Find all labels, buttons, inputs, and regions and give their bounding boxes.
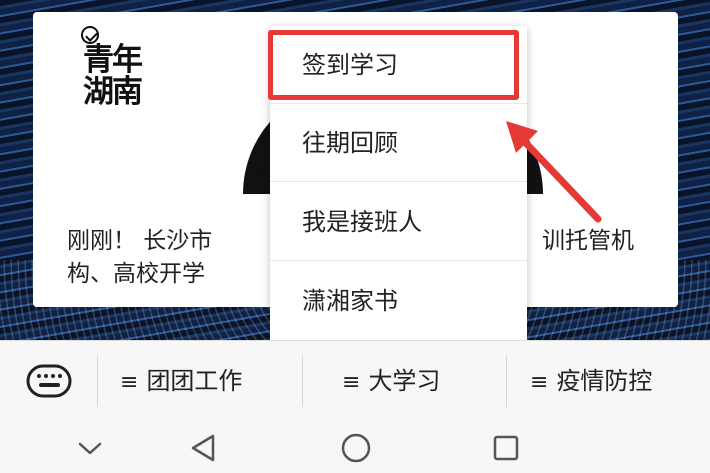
bar-item-league-work[interactable]: ≡ 团团工作 bbox=[120, 341, 242, 421]
logo-line-2: 湖南 bbox=[83, 74, 143, 110]
bar-divider bbox=[506, 355, 507, 407]
qingnian-hunan-logo: 青年 湖南 bbox=[81, 26, 161, 116]
home-circle-icon[interactable] bbox=[338, 430, 374, 466]
bar-divider bbox=[302, 355, 303, 407]
bar-item-label: 疫情防控 bbox=[556, 367, 653, 395]
bar-item-epidemic-control[interactable]: ≡ 疫情防控 bbox=[530, 341, 652, 421]
headline-line2: 构、高校开学 bbox=[67, 261, 205, 287]
bar-item-big-study[interactable]: ≡ 大学习 bbox=[342, 341, 440, 421]
chevron-down-icon[interactable] bbox=[72, 430, 108, 466]
highlight-box bbox=[268, 30, 519, 100]
red-arrow-annotation bbox=[506, 121, 602, 223]
menu-lines-icon: ≡ bbox=[530, 370, 549, 395]
headline-left: 刚刚！ 长沙市 bbox=[67, 228, 213, 254]
bar-item-label: 大学习 bbox=[368, 367, 441, 395]
keyboard-icon[interactable] bbox=[20, 361, 78, 401]
menu-lines-icon: ≡ bbox=[120, 370, 139, 395]
system-nav-bar bbox=[0, 420, 710, 473]
bar-divider bbox=[97, 355, 98, 407]
recents-square-icon[interactable] bbox=[488, 430, 524, 466]
back-triangle-icon[interactable] bbox=[185, 430, 221, 466]
menu-item-past-review[interactable]: 往期回顾 bbox=[270, 104, 527, 182]
card-image-caption: 酿 bbox=[248, 168, 271, 193]
logo-line-1: 青年 bbox=[83, 42, 143, 78]
bar-item-label: 团团工作 bbox=[146, 367, 243, 395]
menu-lines-icon: ≡ bbox=[342, 370, 361, 395]
bottom-menu-bar: ≡ 团团工作 ≡ 大学习 ≡ 疫情防控 bbox=[0, 340, 710, 420]
menu-item-successor[interactable]: 我是接班人 bbox=[270, 183, 527, 261]
menu-item-xiaoxiang-letters[interactable]: 潇湘家书 bbox=[270, 262, 527, 340]
